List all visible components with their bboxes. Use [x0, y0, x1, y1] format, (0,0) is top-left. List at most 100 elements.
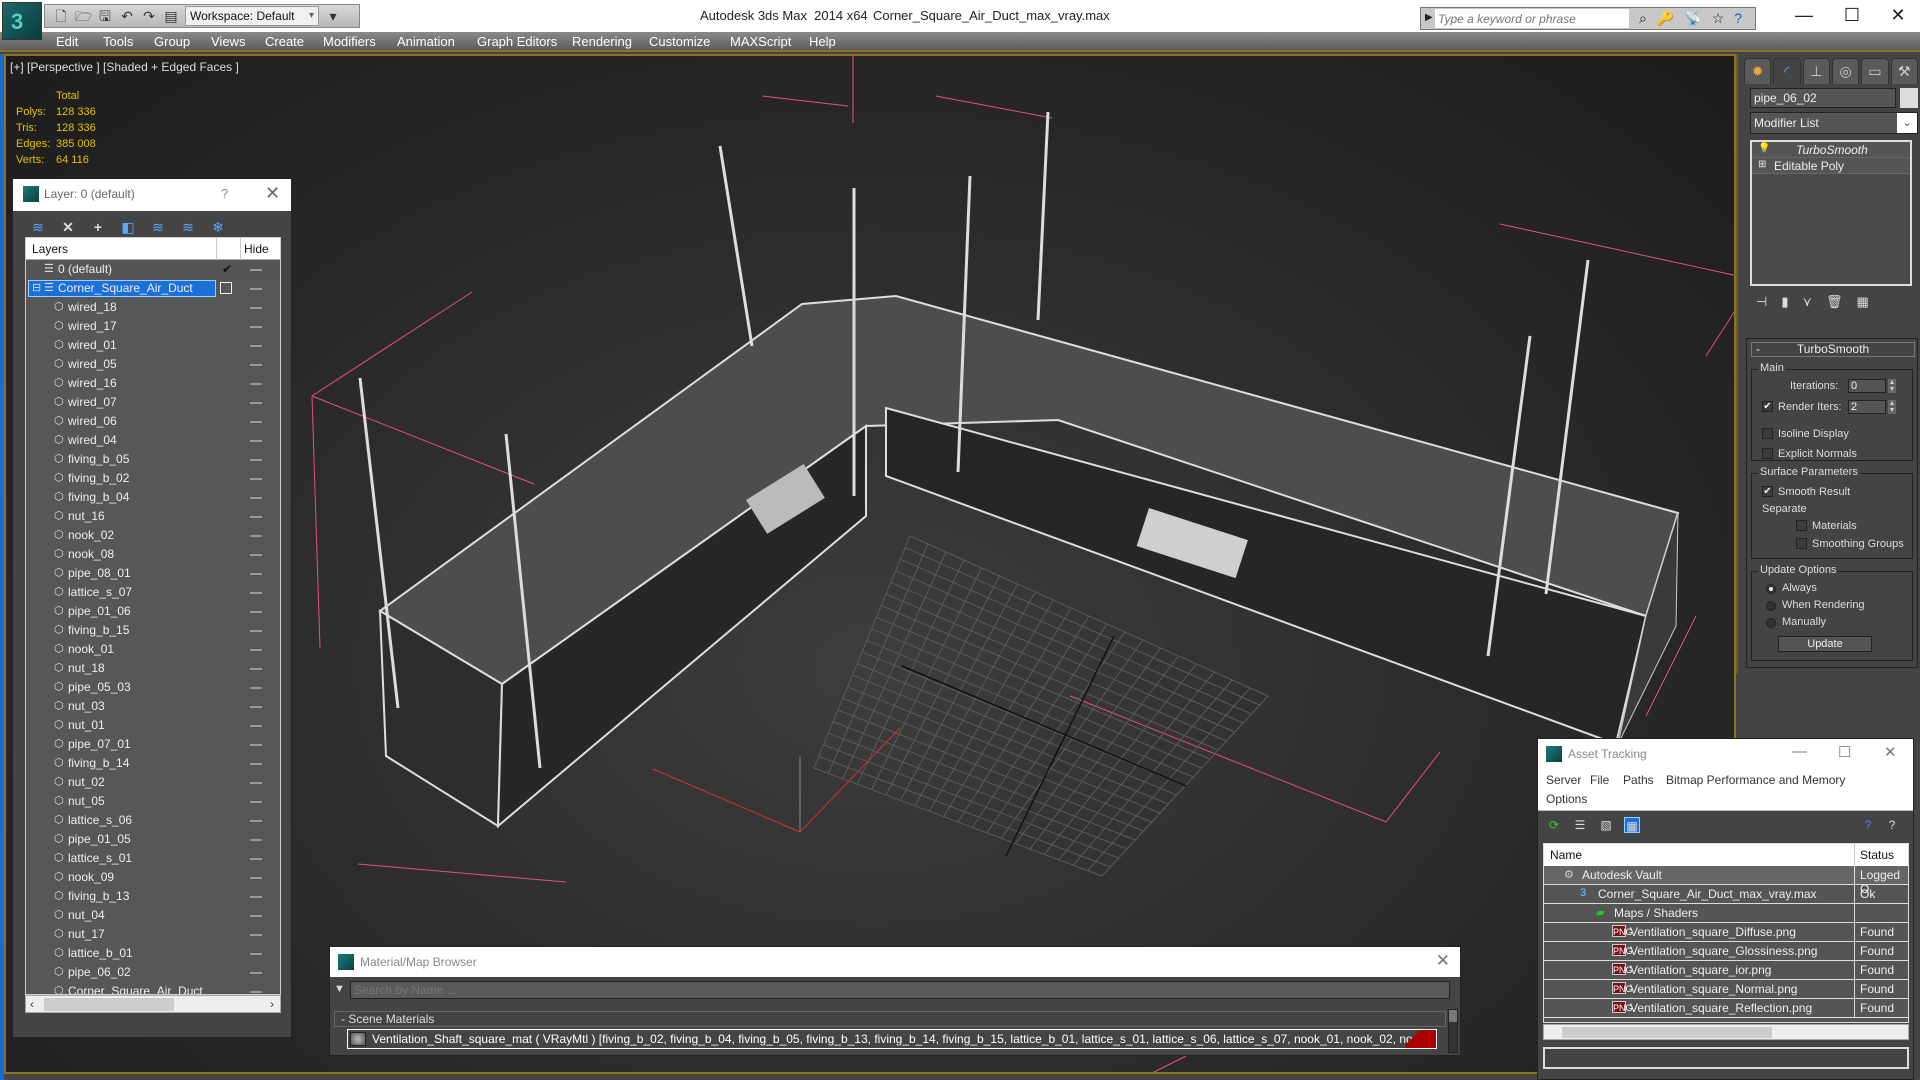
- status-column-header[interactable]: Status: [1860, 848, 1894, 862]
- delete-layer-icon[interactable]: ✕: [59, 218, 77, 236]
- layer-object-row[interactable]: ⬡ nook_09: [26, 868, 280, 887]
- layer-row-selected[interactable]: ⊟ ☰ Corner_Square_Air_Duct: [26, 279, 280, 298]
- favorites-star-icon[interactable]: ☆: [1712, 10, 1725, 27]
- hide-toggle[interactable]: [250, 820, 262, 822]
- layer-object-row[interactable]: ⬡ nut_18: [26, 659, 280, 678]
- close-button[interactable]: ✕: [1878, 4, 1918, 28]
- layer-list-hscrollbar[interactable]: ‹ ›: [25, 995, 281, 1013]
- asset-path-field[interactable]: [1543, 1047, 1909, 1069]
- context-help-icon[interactable]: ?: [1884, 817, 1900, 833]
- hide-toggle[interactable]: [250, 877, 262, 879]
- layer-object-row[interactable]: ⬡ wired_07: [26, 393, 280, 412]
- menu-modifiers[interactable]: Modifiers: [323, 34, 376, 49]
- asset-row[interactable]: ▰ Maps / Shaders: [1544, 904, 1908, 923]
- create-layer-icon[interactable]: ≋: [29, 218, 47, 236]
- customize-toolbar-icon[interactable]: ▾: [325, 8, 341, 24]
- hide-toggle[interactable]: [250, 535, 262, 537]
- hide-toggle[interactable]: [250, 668, 262, 670]
- layer-object-row[interactable]: ⬡ pipe_01_05: [26, 830, 280, 849]
- layer-object-row[interactable]: ⬡ wired_16: [26, 374, 280, 393]
- keyword-search-input[interactable]: [1435, 9, 1629, 28]
- hierarchy-tab-icon[interactable]: ⊥: [1802, 58, 1830, 84]
- close-button[interactable]: ✕: [1884, 743, 1897, 761]
- isoline-display-checkbox[interactable]: [1762, 428, 1773, 439]
- set-current-checkbox[interactable]: [220, 282, 232, 294]
- stack-item-editable-poly[interactable]: ⊞ Editable Poly: [1752, 158, 1910, 174]
- menu-edit[interactable]: Edit: [56, 34, 78, 49]
- hide-toggle[interactable]: [250, 896, 262, 898]
- menu-tools[interactable]: Tools: [103, 34, 133, 49]
- menu-help[interactable]: Help: [809, 34, 836, 49]
- asset-row[interactable]: ⚙ Autodesk Vault Logged O: [1544, 866, 1908, 896]
- hide-toggle[interactable]: [250, 706, 262, 708]
- undo-icon[interactable]: ↶: [119, 8, 135, 24]
- layer-object-row[interactable]: ⬡ wired_01: [26, 336, 280, 355]
- when-rendering-radio[interactable]: [1766, 601, 1776, 611]
- hide-toggle[interactable]: [250, 782, 262, 784]
- binoculars-icon[interactable]: ⌕: [1639, 10, 1647, 27]
- hide-toggle[interactable]: [250, 687, 262, 689]
- lightbulb-icon[interactable]: 💡: [1758, 143, 1770, 154]
- workspace-dropdown[interactable]: Workspace: Default: [185, 6, 319, 26]
- menu-server[interactable]: Server: [1546, 773, 1581, 787]
- layer-object-row[interactable]: ⬡ pipe_05_03: [26, 678, 280, 697]
- maximize-button[interactable]: ☐: [1832, 4, 1872, 28]
- layers-column-header[interactable]: Layers: [32, 242, 68, 256]
- hide-toggle[interactable]: [250, 440, 262, 442]
- remove-modifier-icon[interactable]: 🗑: [1826, 294, 1843, 316]
- layer-object-row[interactable]: ⬡ pipe_01_06: [26, 602, 280, 621]
- hide-toggle[interactable]: [250, 421, 262, 423]
- layer-object-row[interactable]: ⬡ fiving_b_13: [26, 887, 280, 906]
- layer-object-row[interactable]: ⬡ nut_01: [26, 716, 280, 735]
- hide-toggle[interactable]: [250, 326, 262, 328]
- hide-toggle[interactable]: [250, 630, 262, 632]
- hide-toggle[interactable]: [250, 934, 262, 936]
- expand-plus-icon[interactable]: ⊞: [1758, 159, 1766, 170]
- explicit-normals-checkbox[interactable]: [1762, 448, 1773, 459]
- layer-object-row[interactable]: ⬡ pipe_07_01: [26, 735, 280, 754]
- menu-graph-editors[interactable]: Graph Editors: [477, 34, 557, 49]
- asset-row[interactable]: PNG Ventilation_square_Reflection.png Foun…: [1544, 999, 1908, 1018]
- object-color-swatch[interactable]: [1900, 88, 1918, 108]
- collapse-icon[interactable]: ⊟: [32, 281, 41, 294]
- app-logo-button[interactable]: 3: [2, 2, 42, 40]
- expand-arrow-icon[interactable]: ▶: [1425, 12, 1433, 23]
- layer-object-row[interactable]: ⬡ wired_06: [26, 412, 280, 431]
- table-view-icon[interactable]: ▦: [1624, 817, 1640, 833]
- menu-group[interactable]: Group: [154, 34, 190, 49]
- asset-row[interactable]: PNG Ventilation_square_Normal.png Found: [1544, 980, 1908, 999]
- hide-toggle[interactable]: [250, 611, 262, 613]
- layer-object-row[interactable]: ⬡ lattice_s_01: [26, 849, 280, 868]
- material-item[interactable]: Ventilation_Shaft_square_mat ( VRayMtl )…: [347, 1029, 1437, 1049]
- hide-toggle[interactable]: [250, 383, 262, 385]
- close-button[interactable]: ✕: [265, 183, 280, 204]
- redo-icon[interactable]: ↷: [141, 8, 157, 24]
- asset-tracking-titlebar[interactable]: Asset Tracking — ☐ ✕: [1538, 739, 1913, 769]
- tree-view-icon[interactable]: ▧: [1598, 817, 1614, 833]
- hide-toggle[interactable]: [250, 649, 262, 651]
- scroll-left-icon[interactable]: ‹: [30, 997, 34, 1011]
- hide-toggle[interactable]: [250, 592, 262, 594]
- layer-object-row[interactable]: ⬡ nook_02: [26, 526, 280, 545]
- minimize-button[interactable]: —: [1784, 4, 1824, 28]
- asset-row[interactable]: 3 Corner_Square_Air_Duct_max_vray.max Ok: [1544, 885, 1908, 904]
- highlight-selected-icon[interactable]: ≋: [149, 218, 167, 236]
- asset-table-hscrollbar[interactable]: [1543, 1024, 1909, 1040]
- hide-toggle[interactable]: [250, 839, 262, 841]
- list-view-icon[interactable]: ☰: [1572, 817, 1588, 833]
- materials-checkbox[interactable]: [1796, 520, 1807, 531]
- select-objects-icon[interactable]: ◧: [119, 218, 137, 236]
- scroll-thumb[interactable]: [1562, 1027, 1772, 1038]
- asset-row[interactable]: PNG Ventilation_square_Glossiness.png Foun…: [1544, 942, 1908, 961]
- layer-object-row[interactable]: ⬡ fiving_b_02: [26, 469, 280, 488]
- pin-stack-icon[interactable]: ⊣: [1756, 294, 1767, 316]
- layer-object-row[interactable]: ⬡ lattice_b_01: [26, 944, 280, 963]
- hide-toggle[interactable]: [250, 554, 262, 556]
- layer-object-row[interactable]: ⬡ fiving_b_04: [26, 488, 280, 507]
- render-iters-checkbox[interactable]: ✔: [1762, 401, 1773, 412]
- hide-toggle[interactable]: [250, 364, 262, 366]
- hide-column-header[interactable]: Hide: [244, 242, 269, 256]
- create-tab-icon[interactable]: ✹: [1744, 58, 1772, 84]
- layer-object-row[interactable]: ⬡ fiving_b_15: [26, 621, 280, 640]
- menu-paths[interactable]: Paths: [1623, 773, 1654, 787]
